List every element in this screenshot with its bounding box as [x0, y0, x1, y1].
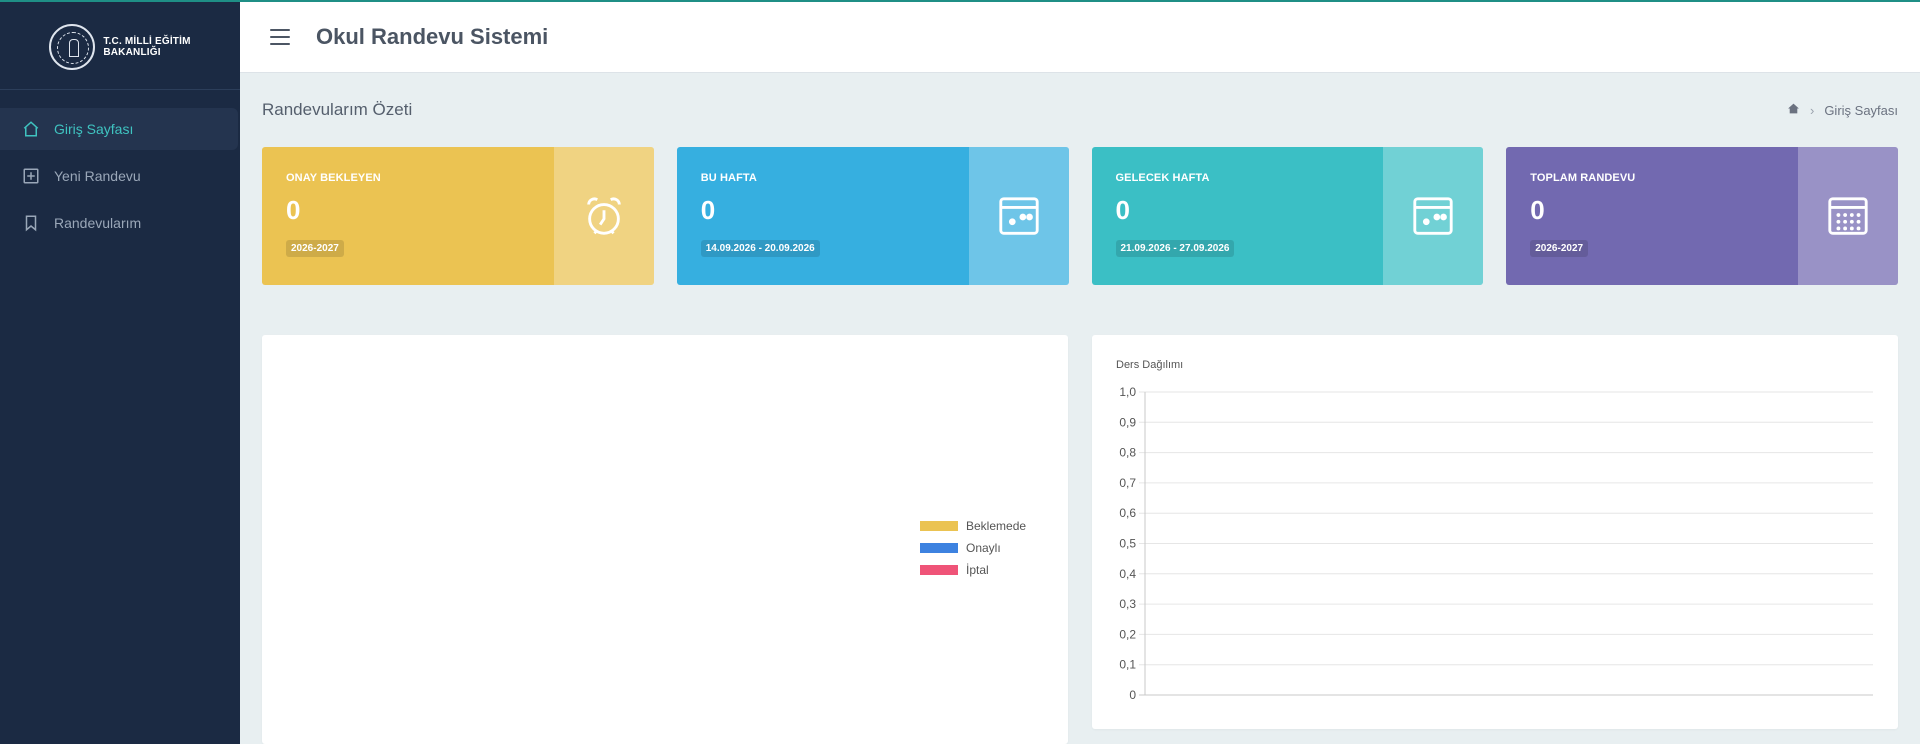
legend-swatch	[920, 543, 958, 553]
page-heading: Randevularım Özeti › Giriş Sayfası	[262, 98, 1898, 122]
menu-toggle-icon[interactable]	[270, 29, 290, 45]
y-tick-label: 1,0	[1119, 385, 1136, 399]
status-legend: Beklemede Onaylı İptal	[920, 515, 1026, 581]
brand[interactable]: T.C. MİLLİ EĞİTİM BAKANLIĞI	[0, 0, 240, 90]
logo-line-1: T.C. MİLLİ EĞİTİM	[103, 35, 191, 47]
app-title: Okul Randevu Sistemi	[316, 24, 549, 49]
y-tick-label: 0,2	[1119, 627, 1136, 641]
card-value: 0	[286, 195, 301, 225]
card-pending-approval[interactable]: ONAY BEKLEYEN 0 2026-2027	[262, 147, 654, 285]
y-tick-label: 0,3	[1119, 597, 1136, 611]
summary-cards: ONAY BEKLEYEN 0 2026-2027 BU HAFTA 0 14.…	[262, 147, 1898, 285]
logo-line-2: BAKANLIĞI	[103, 46, 161, 58]
calendar-grid-icon	[1798, 147, 1898, 285]
card-this-week[interactable]: BU HAFTA 0 14.09.2026 - 20.09.2026	[676, 147, 1069, 285]
y-tick-label: 0,7	[1119, 476, 1136, 490]
sidebar-item-label: Randevularım	[54, 215, 142, 231]
sidebar-item-home[interactable]: Giriş Sayfası	[0, 108, 238, 150]
sidebar-item-my-appointments[interactable]: Randevularım	[0, 202, 240, 244]
bookmark-icon	[22, 214, 40, 232]
page-title: Randevularım Özeti	[262, 100, 413, 119]
sidebar-nav: Giriş Sayfası Yeni Randevu Randevularım	[0, 90, 240, 244]
alarm-clock-icon	[553, 147, 654, 285]
meb-logo-icon	[49, 23, 96, 70]
course-distribution-chart: Ders Dağılımı 0 0,1 0,2 0,3 0,4 0,5 0,6 0,7 0,8 0…	[1116, 359, 1873, 702]
chart-title: Ders Dağılımı	[1116, 359, 1183, 371]
card-value: 0	[1530, 195, 1545, 225]
course-distribution-panel: Ders Dağılımı 0 0,1 0,2 0,3 0,4 0,5 0,6 0,7 0,8 0…	[1092, 335, 1898, 729]
calendar-icon	[1383, 147, 1484, 285]
legend-item-cancelled[interactable]: İptal	[920, 559, 1026, 581]
top-accent-line	[0, 0, 1920, 2]
calendar-icon	[968, 147, 1069, 285]
status-chart-panel: Beklemede Onaylı İptal	[262, 335, 1068, 744]
logo-text: T.C. MİLLİ EĞİTİM BAKANLIĞI	[103, 36, 190, 58]
card-value: 0	[1115, 195, 1130, 225]
card-badge: 2026-2027	[286, 240, 344, 257]
top-header: Okul Randevu Sistemi	[240, 2, 1920, 73]
sidebar-item-label: Yeni Randevu	[54, 168, 141, 184]
y-tick-label: 0,8	[1119, 446, 1136, 460]
y-tick-label: 0,1	[1119, 658, 1136, 672]
card-total-appointments[interactable]: TOPLAM RANDEVU 0 2026-2027	[1506, 147, 1898, 285]
card-badge: 14.09.2026 - 20.09.2026	[700, 240, 820, 257]
legend-swatch	[920, 521, 958, 531]
legend-item-pending[interactable]: Beklemede	[920, 515, 1026, 537]
legend-item-approved[interactable]: Onaylı	[920, 537, 1026, 559]
y-tick-label: 0	[1129, 688, 1136, 702]
legend-label: Beklemede	[966, 519, 1027, 533]
breadcrumb-home-icon[interactable]	[1787, 102, 1800, 118]
breadcrumb: › Giriş Sayfası	[1787, 102, 1898, 118]
home-icon	[22, 120, 40, 138]
legend-label: Onaylı	[966, 541, 1001, 555]
legend-label: İptal	[966, 563, 989, 577]
plus-square-icon	[22, 167, 40, 185]
card-value: 0	[700, 195, 716, 225]
card-label: TOPLAM RANDEVU	[1530, 172, 1636, 184]
card-next-week[interactable]: GELECEK HAFTA 0 21.09.2026 - 27.09.2026	[1091, 147, 1484, 285]
y-tick-label: 0,5	[1119, 537, 1136, 551]
chevron-right-icon: ›	[1809, 102, 1815, 118]
breadcrumb-current: Giriş Sayfası	[1824, 102, 1898, 118]
y-tick-label: 0,6	[1119, 506, 1136, 520]
card-badge: 2026-2027	[1530, 240, 1589, 257]
sidebar: T.C. MİLLİ EĞİTİM BAKANLIĞI Giriş Sayfas…	[0, 0, 240, 744]
card-badge: 21.09.2026 - 27.09.2026	[1115, 240, 1235, 257]
card-label: ONAY BEKLEYEN	[286, 172, 381, 184]
y-tick-label: 0,9	[1119, 415, 1136, 429]
sidebar-item-new-appointment[interactable]: Yeni Randevu	[0, 155, 240, 197]
legend-swatch	[920, 565, 958, 575]
card-label: GELECEK HAFTA	[1115, 172, 1210, 184]
sidebar-item-label: Giriş Sayfası	[54, 121, 134, 137]
card-label: BU HAFTA	[700, 172, 757, 184]
y-tick-label: 0,4	[1119, 567, 1136, 581]
